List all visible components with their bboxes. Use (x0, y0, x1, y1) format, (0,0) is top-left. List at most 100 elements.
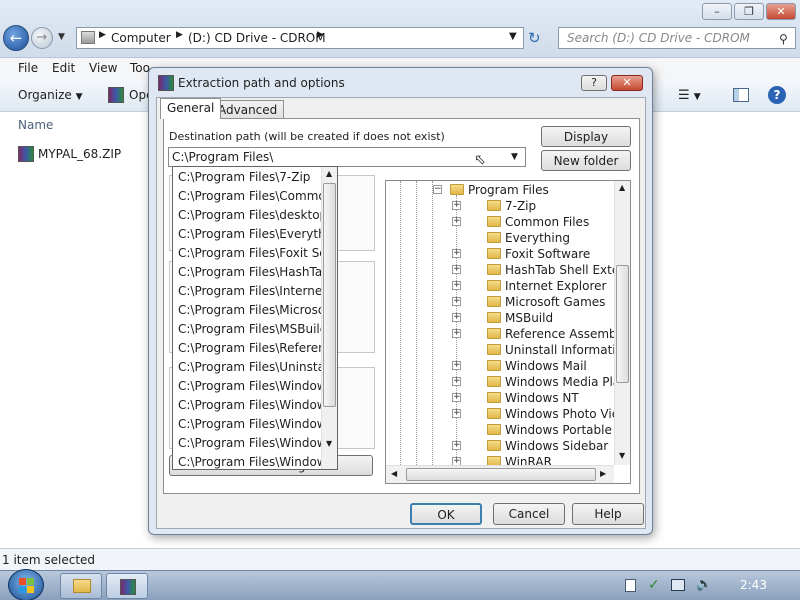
expand-icon[interactable]: + (452, 393, 461, 402)
tree-item[interactable]: Windows Media Player (487, 374, 630, 390)
taskbar-explorer-button[interactable] (60, 573, 102, 599)
dropdown-item[interactable]: C:\Program Files\desktop.ini (178, 206, 324, 225)
organize-button[interactable]: Organize ▼ (18, 88, 83, 102)
expand-icon[interactable]: + (452, 377, 461, 386)
column-header-name[interactable]: Name (18, 118, 53, 132)
network-icon[interactable] (671, 579, 685, 591)
tab-general[interactable]: General (160, 98, 222, 119)
close-button[interactable]: ✕ (766, 3, 796, 20)
scroll-down-icon[interactable]: ▼ (326, 439, 332, 448)
destination-path-combo[interactable]: C:\Program Files\ ▼ (168, 147, 526, 167)
tree-item[interactable]: Reference Assemblies (487, 326, 630, 342)
clock[interactable]: 2:43 (740, 578, 767, 592)
tree-item[interactable]: Microsoft Games (487, 294, 605, 310)
address-dropdown-icon[interactable]: ▼ (509, 31, 517, 42)
tree-item[interactable]: 7-Zip (487, 198, 536, 214)
scroll-right-icon[interactable]: ▶ (600, 469, 606, 478)
maximize-button[interactable]: ❐ (734, 3, 764, 20)
menu-tools[interactable]: Too (130, 61, 150, 75)
search-input[interactable]: Search (D:) CD Drive - CDROM ⚲ (558, 27, 796, 49)
action-center-icon[interactable]: ✓ (648, 577, 660, 593)
tree-item[interactable]: Internet Explorer (487, 278, 606, 294)
ok-button[interactable]: OK (410, 503, 482, 525)
collapse-icon[interactable]: − (433, 185, 442, 194)
notification-document-icon[interactable] (625, 579, 636, 592)
expand-icon[interactable]: + (452, 281, 461, 290)
view-options-icon[interactable]: ☰ ▼ (678, 88, 701, 103)
address-bar[interactable]: ▶ Computer ▶ (D:) CD Drive - CDROM ▶ ▼ (76, 27, 524, 49)
menu-view[interactable]: View (89, 61, 117, 75)
cancel-button[interactable]: Cancel (493, 503, 565, 525)
expand-icon[interactable]: + (452, 265, 461, 274)
search-icon[interactable]: ⚲ (779, 29, 788, 49)
tree-item[interactable]: Windows NT (487, 390, 579, 406)
breadcrumb-drive[interactable]: (D:) CD Drive - CDROM (188, 31, 326, 45)
tree-item[interactable]: Windows Photo Viewer (487, 406, 630, 422)
breadcrumb-computer[interactable]: Computer (111, 31, 171, 45)
dropdown-item[interactable]: C:\Program Files\HashTab (178, 263, 324, 282)
taskbar-winrar-button[interactable] (106, 573, 148, 599)
expand-icon[interactable]: + (452, 409, 461, 418)
dropdown-item[interactable]: C:\Program Files\7-Zip (178, 168, 324, 187)
scroll-left-icon[interactable]: ◀ (391, 469, 397, 478)
menu-edit[interactable]: Edit (52, 61, 75, 75)
expand-icon[interactable]: + (452, 313, 461, 322)
dropdown-item[interactable]: C:\Program Files\Windows (178, 415, 324, 434)
dropdown-item[interactable]: C:\Program Files\Foxit Soft (178, 244, 324, 263)
tree-item[interactable]: Uninstall Information (487, 342, 630, 358)
expand-icon[interactable]: + (452, 201, 461, 210)
display-button[interactable]: Display (541, 126, 631, 147)
dropdown-item[interactable]: C:\Program Files\Reference (178, 339, 324, 358)
tab-advanced[interactable]: Advanced (211, 100, 285, 120)
dropdown-item[interactable]: C:\Program Files\Internet E (178, 282, 324, 301)
scroll-down-icon[interactable]: ▼ (619, 451, 625, 460)
tree-item[interactable]: Foxit Software (487, 246, 590, 262)
minimize-button[interactable]: – (702, 3, 732, 20)
dropdown-item[interactable]: C:\Program Files\Windows (178, 396, 324, 415)
scroll-thumb[interactable] (323, 183, 336, 407)
tree-item[interactable]: Common Files (487, 214, 589, 230)
dropdown-item[interactable]: C:\Program Files\Everythin (178, 225, 324, 244)
tree-item[interactable]: Everything (487, 230, 570, 246)
folder-tree[interactable]: − Program Files +7-Zip + Common Files Every… (385, 180, 631, 484)
recent-pages-icon[interactable]: ▼ (58, 32, 65, 42)
expand-icon[interactable]: + (452, 329, 461, 338)
scroll-thumb[interactable] (616, 265, 629, 383)
dialog-help-button[interactable]: ? (581, 75, 607, 91)
dropdown-item[interactable]: C:\Program Files\Uninstall (178, 358, 324, 377)
expand-icon[interactable]: + (452, 249, 461, 258)
start-button[interactable] (8, 569, 44, 600)
refresh-icon[interactable]: ↻ (528, 29, 541, 47)
expand-icon[interactable]: + (452, 361, 461, 370)
help-icon[interactable]: ? (768, 86, 786, 104)
dropdown-item[interactable]: C:\Program Files\Common (178, 187, 324, 206)
forward-button[interactable]: → (31, 27, 53, 49)
dropdown-item[interactable]: C:\Program Files\MSBuild (178, 320, 324, 339)
dropdown-item[interactable]: C:\Program Files\Windows (178, 453, 324, 469)
back-button[interactable]: ← (3, 25, 29, 51)
help-button[interactable]: Help (572, 503, 644, 525)
tree-vertical-scrollbar[interactable]: ▲ ▼ (614, 181, 630, 465)
new-folder-button[interactable]: New folder (541, 150, 631, 171)
destination-path-dropdown[interactable]: C:\Program Files\7-Zip C:\Program Files\C… (172, 166, 338, 470)
tree-item[interactable]: MSBuild (487, 310, 553, 326)
dropdown-scrollbar[interactable]: ▲ ▼ (321, 167, 337, 469)
preview-pane-icon[interactable] (733, 88, 749, 102)
scroll-up-icon[interactable]: ▲ (619, 183, 625, 192)
combo-dropdown-icon[interactable]: ▼ (511, 148, 518, 166)
scroll-thumb[interactable] (406, 468, 596, 481)
volume-muted-icon[interactable]: 🔈 (696, 577, 712, 592)
tree-horizontal-scrollbar[interactable]: ◀ ▶ (386, 465, 614, 483)
expand-icon[interactable]: + (452, 217, 461, 226)
scroll-up-icon[interactable]: ▲ (326, 169, 332, 178)
dropdown-item[interactable]: C:\Program Files\Windows (178, 377, 324, 396)
tree-item[interactable]: HashTab Shell Extension (487, 262, 630, 278)
tree-item[interactable]: Windows Sidebar (487, 438, 608, 454)
expand-icon[interactable]: + (452, 441, 461, 450)
dropdown-item[interactable]: C:\Program Files\Microsoft (178, 301, 324, 320)
tree-item[interactable]: Windows Mail (487, 358, 587, 374)
expand-icon[interactable]: + (452, 297, 461, 306)
dropdown-item[interactable]: C:\Program Files\Windows (178, 434, 324, 453)
dialog-close-button[interactable]: ✕ (611, 75, 643, 91)
tree-item[interactable]: Windows Portable Devices (487, 422, 630, 438)
